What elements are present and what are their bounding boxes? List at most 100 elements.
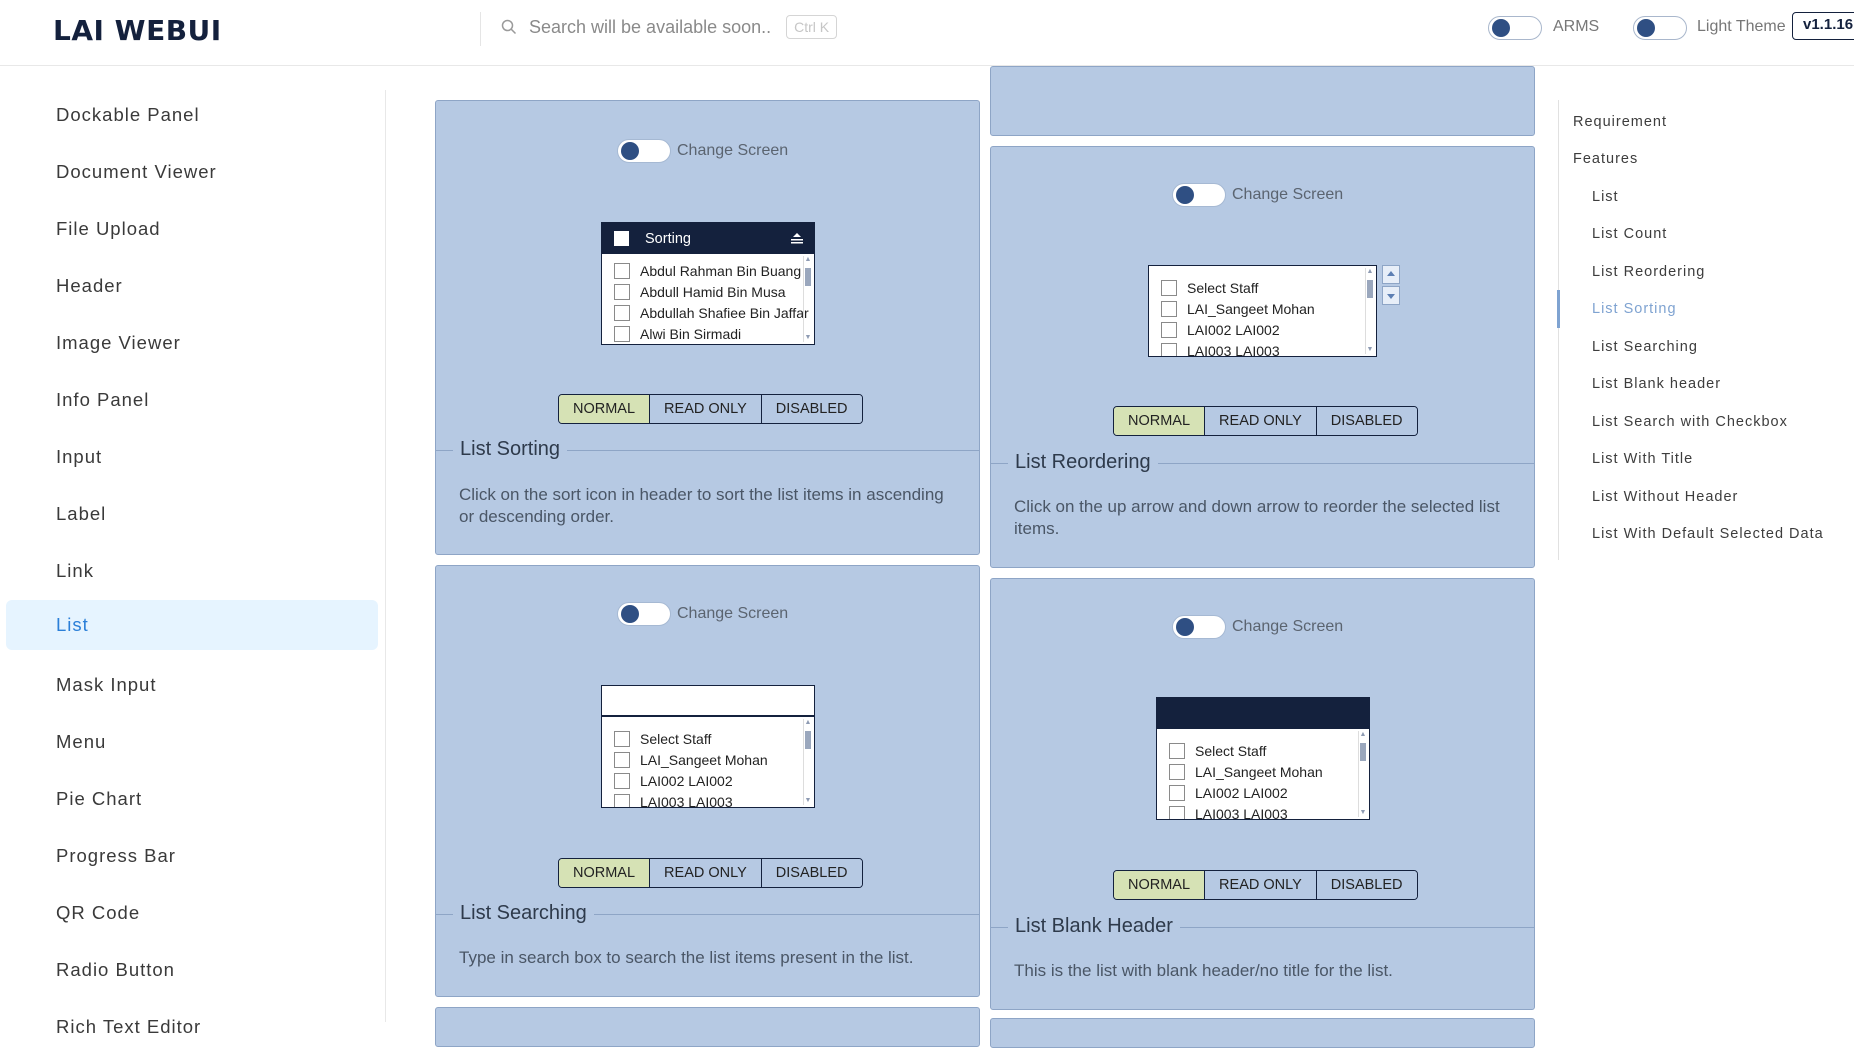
item-checkbox[interactable] xyxy=(1161,321,1177,338)
list-item[interactable]: Select Staff xyxy=(1169,740,1369,761)
disabled-button[interactable]: DISABLED xyxy=(1316,407,1417,435)
item-checkbox[interactable] xyxy=(1169,805,1185,819)
scroll-up-icon[interactable]: ▲ xyxy=(804,719,812,727)
scroll-up-icon[interactable]: ▲ xyxy=(1366,268,1374,276)
item-checkbox[interactable] xyxy=(614,772,630,789)
normal-button[interactable]: NORMAL xyxy=(559,395,651,423)
list-search-input[interactable] xyxy=(602,686,814,717)
scroll-up-icon[interactable]: ▲ xyxy=(1359,731,1367,739)
read-only-button[interactable]: READ ONLY xyxy=(1205,407,1317,435)
list-item[interactable]: LAI002 LAI002 xyxy=(614,770,814,791)
toc-item-list-sorting[interactable]: List Sorting xyxy=(1592,301,1677,317)
scroll-down-icon[interactable]: ▼ xyxy=(804,797,812,805)
disabled-button[interactable]: DISABLED xyxy=(1316,871,1417,899)
toc-item-features[interactable]: Features xyxy=(1573,151,1638,167)
sidebar-item-qr-code[interactable]: QR Code xyxy=(6,888,378,938)
scroll-thumb[interactable] xyxy=(805,731,811,749)
move-down-button[interactable] xyxy=(1382,286,1400,305)
item-checkbox[interactable] xyxy=(614,262,630,279)
sidebar-item-pie-chart[interactable]: Pie Chart xyxy=(6,774,378,824)
normal-button[interactable]: NORMAL xyxy=(1114,407,1206,435)
list-scrollbar[interactable]: ▲ ▼ xyxy=(1365,268,1373,354)
scroll-down-icon[interactable]: ▼ xyxy=(1359,809,1367,817)
list-item[interactable]: LAI002 LAI002 xyxy=(1169,782,1369,803)
item-checkbox[interactable] xyxy=(614,283,630,300)
change-screen-toggle[interactable] xyxy=(617,139,671,163)
item-checkbox[interactable] xyxy=(614,793,630,807)
list-item[interactable]: LAI003 LAI003 xyxy=(1169,803,1369,819)
sidebar-item-link[interactable]: Link xyxy=(6,546,378,596)
read-only-button[interactable]: READ ONLY xyxy=(1205,871,1317,899)
list-item[interactable]: Select Staff xyxy=(614,728,814,749)
sidebar-item-dockable-panel[interactable]: Dockable Panel xyxy=(6,90,378,140)
toc-item-list[interactable]: List xyxy=(1592,189,1619,205)
toc-item-requirement[interactable]: Requirement xyxy=(1573,114,1667,130)
scroll-down-icon[interactable]: ▼ xyxy=(804,334,812,342)
sidebar-item-mask-input[interactable]: Mask Input xyxy=(6,660,378,710)
sidebar-item-info-panel[interactable]: Info Panel xyxy=(6,375,378,425)
list-item[interactable]: LAI003 LAI003 xyxy=(614,791,814,807)
list-item[interactable]: Abdull Hamid Bin Musa xyxy=(614,281,814,302)
light-theme-toggle[interactable] xyxy=(1633,16,1687,40)
disabled-button[interactable]: DISABLED xyxy=(761,395,862,423)
item-checkbox[interactable] xyxy=(1169,763,1185,780)
sidebar-item-radio-button[interactable]: Radio Button xyxy=(6,945,378,995)
sidebar-item-progress-bar[interactable]: Progress Bar xyxy=(6,831,378,881)
item-checkbox[interactable] xyxy=(1169,784,1185,801)
toc-item-list-without-header[interactable]: List Without Header xyxy=(1592,489,1738,505)
toc-item-list-searching[interactable]: List Searching xyxy=(1592,339,1698,355)
toc-item-list-blank-header[interactable]: List Blank header xyxy=(1592,376,1721,392)
sidebar-item-label[interactable]: Label xyxy=(6,489,378,539)
list-item[interactable]: LAI_Sangeet Mohan xyxy=(614,749,814,770)
list-item[interactable]: LAI_Sangeet Mohan xyxy=(1161,298,1376,319)
scroll-thumb[interactable] xyxy=(1367,280,1373,298)
sidebar-item-menu[interactable]: Menu xyxy=(6,717,378,767)
read-only-button[interactable]: READ ONLY xyxy=(650,859,762,887)
sidebar-item-file-upload[interactable]: File Upload xyxy=(6,204,378,254)
list-item[interactable]: Select Staff xyxy=(1161,277,1376,298)
change-screen-toggle[interactable] xyxy=(617,602,671,626)
scroll-thumb[interactable] xyxy=(1360,743,1366,761)
list-scrollbar[interactable]: ▲ ▼ xyxy=(803,256,811,342)
change-screen-toggle[interactable] xyxy=(1172,183,1226,207)
disabled-button[interactable]: DISABLED xyxy=(761,859,862,887)
toc-item-list-search-with-checkbox[interactable]: List Search with Checkbox xyxy=(1592,414,1788,430)
list-item[interactable]: LAI003 LAI003 xyxy=(1161,340,1376,356)
scroll-thumb[interactable] xyxy=(805,268,811,286)
arms-toggle[interactable] xyxy=(1488,16,1542,40)
sidebar-item-input[interactable]: Input xyxy=(6,432,378,482)
search-bar[interactable]: Search will be available soon.. Ctrl K xyxy=(501,11,838,43)
sidebar-item-header[interactable]: Header xyxy=(6,261,378,311)
item-checkbox[interactable] xyxy=(1161,342,1177,356)
list-scrollbar[interactable]: ▲ ▼ xyxy=(1358,731,1366,817)
change-screen-toggle[interactable] xyxy=(1172,615,1226,639)
list-item[interactable]: LAI_Sangeet Mohan xyxy=(1169,761,1369,782)
list-item[interactable]: Abdullah Shafiee Bin Jaffar xyxy=(614,302,814,323)
item-checkbox[interactable] xyxy=(1169,742,1185,759)
list-item[interactable]: Abdul Rahman Bin Buang xyxy=(614,260,814,281)
list-item[interactable]: Alwi Bin Sirmadi xyxy=(614,323,814,344)
item-checkbox[interactable] xyxy=(1161,279,1177,296)
normal-button[interactable]: NORMAL xyxy=(559,859,651,887)
sidebar-item-image-viewer[interactable]: Image Viewer xyxy=(6,318,378,368)
sort-icon[interactable] xyxy=(790,232,804,244)
toc-item-list-with-default-selected-data[interactable]: List With Default Selected Data xyxy=(1592,526,1824,542)
select-all-checkbox[interactable] xyxy=(614,231,629,246)
version-badge[interactable]: v1.1.16 xyxy=(1792,12,1854,40)
toc-item-list-with-title[interactable]: List With Title xyxy=(1592,451,1693,467)
read-only-button[interactable]: READ ONLY xyxy=(650,395,762,423)
item-checkbox[interactable] xyxy=(614,304,630,321)
toc-item-list-count[interactable]: List Count xyxy=(1592,226,1667,242)
list-scrollbar[interactable]: ▲ ▼ xyxy=(803,719,811,805)
item-checkbox[interactable] xyxy=(614,325,630,342)
app-logo[interactable]: LAI WEBUI xyxy=(53,14,222,47)
sidebar-item-document-viewer[interactable]: Document Viewer xyxy=(6,147,378,197)
normal-button[interactable]: NORMAL xyxy=(1114,871,1206,899)
item-checkbox[interactable] xyxy=(1161,300,1177,317)
toc-item-list-reordering[interactable]: List Reordering xyxy=(1592,264,1705,280)
sidebar-item-rich-text-editor[interactable]: Rich Text Editor xyxy=(6,1002,378,1052)
move-up-button[interactable] xyxy=(1382,265,1400,284)
scroll-up-icon[interactable]: ▲ xyxy=(804,256,812,264)
item-checkbox[interactable] xyxy=(614,751,630,768)
list-item[interactable]: LAI002 LAI002 xyxy=(1161,319,1376,340)
